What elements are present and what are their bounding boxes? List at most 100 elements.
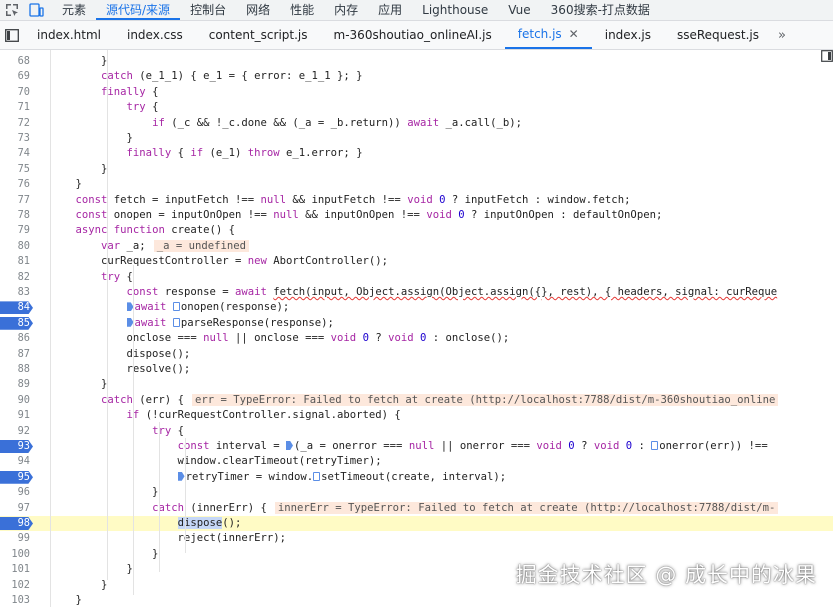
code-line[interactable]: 85 await parseResponse(response);: [0, 316, 833, 331]
panel-tab[interactable]: 源代码/来源: [96, 0, 181, 20]
line-number[interactable]: 69: [0, 69, 30, 84]
line-number[interactable]: 77: [0, 193, 30, 208]
file-tab[interactable]: content_script.js: [196, 21, 321, 49]
line-number[interactable]: 94: [0, 454, 30, 469]
line-number[interactable]: 75: [0, 162, 30, 177]
code-line[interactable]: 74 finally { if (e_1) throw e_1.error; }: [0, 146, 833, 161]
panel-tab[interactable]: 内存: [324, 0, 368, 20]
line-number[interactable]: 93: [0, 439, 30, 454]
code-line[interactable]: 103 }: [0, 593, 833, 607]
panel-tab[interactable]: 应用: [368, 0, 412, 20]
file-tab[interactable]: index.html: [24, 21, 114, 49]
code-line[interactable]: 83 const response = await fetch(input, O…: [0, 285, 833, 300]
code-line[interactable]: 73 }: [0, 131, 833, 146]
line-number[interactable]: 103: [0, 593, 30, 607]
code-line[interactable]: 98 dispose();: [0, 516, 833, 532]
line-number[interactable]: 79: [0, 223, 30, 238]
panel-tab[interactable]: Vue: [498, 0, 540, 20]
line-number[interactable]: 71: [0, 100, 30, 115]
code-line[interactable]: 88 resolve();: [0, 362, 833, 377]
line-number[interactable]: 81: [0, 254, 30, 269]
code-line[interactable]: 87 dispose();: [0, 347, 833, 362]
code-line[interactable]: 97 catch (innerErr) {innerErr = TypeErro…: [0, 501, 833, 516]
panel-tab[interactable]: 元素: [52, 0, 96, 20]
code-line[interactable]: 99 reject(innerErr);: [0, 531, 833, 546]
line-number[interactable]: 96: [0, 485, 30, 500]
line-number[interactable]: 90: [0, 393, 30, 408]
line-number[interactable]: 87: [0, 347, 30, 362]
code-line[interactable]: 71 try {: [0, 100, 833, 115]
line-number[interactable]: 83: [0, 285, 30, 300]
line-number[interactable]: 95: [0, 470, 30, 485]
code-line[interactable]: 68 }: [0, 54, 833, 69]
panel-tabs: 元素 源代码/来源 控制台 网络 性能 内存 应用 Lighthouse Vue 360搜索-打点…: [52, 0, 660, 20]
line-number[interactable]: 80: [0, 239, 30, 254]
line-number[interactable]: 86: [0, 331, 30, 346]
code-line[interactable]: 96 }: [0, 485, 833, 500]
code-editor[interactable]: 68 } 69 catch (e_1_1) { e_1 = { error: e_…: [0, 50, 833, 607]
code-line[interactable]: 94 window.clearTimeout(retryTimer);: [0, 454, 833, 469]
toggle-navigator-icon[interactable]: [4, 27, 20, 43]
code-text: await onopen(response);: [50, 300, 289, 315]
code-line[interactable]: 93 const interval = (_a = onerror === nu…: [0, 439, 833, 454]
code-line[interactable]: 79 async function create() {: [0, 223, 833, 238]
line-number[interactable]: 73: [0, 131, 30, 146]
code-line[interactable]: 77 const fetch = inputFetch !== null && …: [0, 193, 833, 208]
line-number[interactable]: 98: [0, 516, 30, 531]
code-line[interactable]: 80 var _a; _a = undefined: [0, 239, 833, 254]
code-line[interactable]: 84 await onopen(response);: [0, 300, 833, 315]
line-number[interactable]: 100: [0, 547, 30, 562]
panel-tab[interactable]: 网络: [236, 0, 280, 20]
line-number[interactable]: 70: [0, 85, 30, 100]
step-marker-icon: [177, 471, 185, 481]
line-number[interactable]: 97: [0, 501, 30, 516]
panel-tab[interactable]: 360搜索-打点数据: [541, 0, 660, 20]
file-tab[interactable]: sseRequest.js: [664, 21, 772, 49]
file-tab[interactable]: index.js: [592, 21, 664, 49]
line-number[interactable]: 78: [0, 208, 30, 223]
line-number[interactable]: 74: [0, 146, 30, 161]
line-number[interactable]: 91: [0, 408, 30, 423]
panel-tab[interactable]: 控制台: [180, 0, 236, 20]
code-line[interactable]: 75 }: [0, 162, 833, 177]
line-number[interactable]: 84: [0, 300, 30, 315]
line-number[interactable]: 99: [0, 531, 30, 546]
file-tabs: index.html index.css content_script.js m-36…: [24, 21, 772, 49]
code-text: finally {: [101, 85, 159, 98]
code-line[interactable]: 86 onclose === null || onclose === void …: [0, 331, 833, 346]
close-tab-icon[interactable]: ✕: [569, 20, 579, 48]
code-line[interactable]: 92 try {: [0, 424, 833, 439]
file-tab[interactable]: index.css: [114, 21, 196, 49]
line-number[interactable]: 101: [0, 562, 30, 577]
code-line[interactable]: 78 const onopen = inputOnOpen !== null &…: [0, 208, 833, 223]
line-number[interactable]: 89: [0, 377, 30, 392]
line-number[interactable]: 68: [0, 54, 30, 69]
line-number[interactable]: 82: [0, 270, 30, 285]
code-line[interactable]: 76 }: [0, 177, 833, 192]
code-line[interactable]: 82 try {: [0, 270, 833, 285]
line-number[interactable]: 102: [0, 578, 30, 593]
code-line[interactable]: 81 curRequestController = new AbortContr…: [0, 254, 833, 269]
code-line[interactable]: 70 finally {: [0, 85, 833, 100]
line-number[interactable]: 72: [0, 116, 30, 131]
line-number[interactable]: 76: [0, 177, 30, 192]
code-text: if (!curRequestController.signal.aborted…: [127, 409, 401, 422]
line-number[interactable]: 85: [0, 316, 30, 331]
file-tab[interactable]: fetch.js ✕: [504, 20, 592, 49]
inspect-element-icon[interactable]: [4, 2, 20, 18]
file-tab[interactable]: m-360shoutiao_onlineAI.js: [321, 21, 505, 49]
code-line[interactable]: 95 retryTimer = window. setTimeout(create…: [0, 470, 833, 485]
code-line[interactable]: 91 if (!curRequestController.signal.abor…: [0, 408, 833, 423]
code-line[interactable]: 72 if (_c && !_c.done && (_a = _b.return…: [0, 116, 833, 131]
code-line[interactable]: 69 catch (e_1_1) { e_1 = { error: e_1_1 …: [0, 69, 833, 84]
more-tabs-button[interactable]: »: [778, 28, 786, 43]
code-line[interactable]: 89 }: [0, 377, 833, 392]
panel-tab[interactable]: Lighthouse: [412, 0, 498, 20]
line-number[interactable]: 88: [0, 362, 30, 377]
line-number[interactable]: 92: [0, 424, 30, 439]
file-tab-label: index.js: [604, 28, 651, 42]
device-toolbar-icon[interactable]: [28, 2, 44, 18]
panel-tab[interactable]: 性能: [280, 0, 324, 20]
code-text: }: [50, 378, 108, 391]
code-line[interactable]: 90 catch (err) {err = TypeError: Failed …: [0, 393, 833, 408]
